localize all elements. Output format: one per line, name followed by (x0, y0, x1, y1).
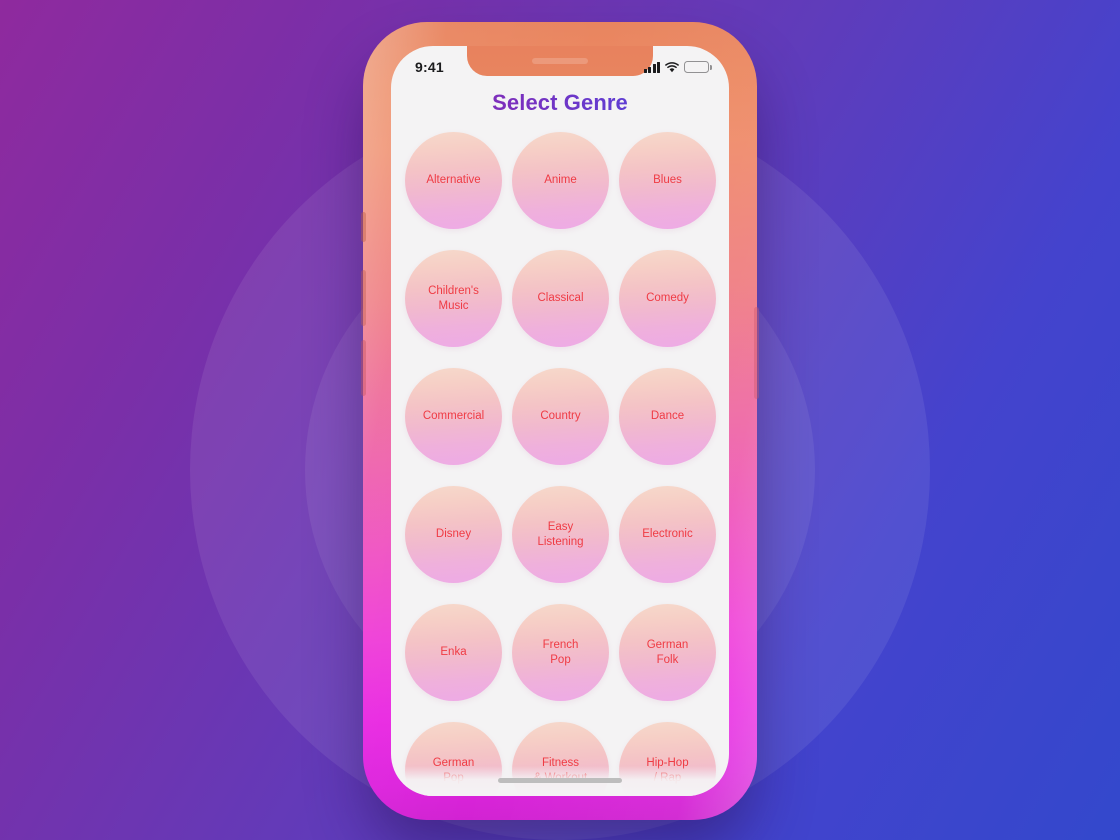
genre-option[interactable]: Hip-Hop / Rap (619, 722, 716, 796)
genre-option[interactable]: Electronic (619, 486, 716, 583)
genre-option-label: Blues (653, 174, 682, 187)
genre-option-label: Classical (537, 292, 584, 305)
volume-down-button[interactable] (361, 340, 366, 396)
genre-option-label: German Pop (432, 756, 475, 784)
genre-option[interactable]: Commercial (405, 368, 502, 465)
genre-option[interactable]: Comedy (619, 250, 716, 347)
genre-option[interactable]: Fitness & Workout (512, 722, 609, 796)
phone-screen: 9:41 Select Genre Alternative Anime Blue… (391, 46, 729, 796)
genre-option[interactable]: Country (512, 368, 609, 465)
genre-option-label: Hip-Hop / Rap (646, 756, 689, 784)
genre-option[interactable]: Disney (405, 486, 502, 583)
genre-option[interactable]: Anime (512, 132, 609, 229)
genre-option[interactable]: Dance (619, 368, 716, 465)
genre-option[interactable]: Children's Music (405, 250, 502, 347)
genre-grid: Alternative Anime Blues Children's Music Cla… (391, 122, 729, 796)
genre-option-label: Comedy (646, 292, 689, 305)
genre-option-label: Electronic (642, 528, 693, 541)
genre-option-label: Disney (435, 528, 472, 541)
genre-option[interactable]: Easy Listening (512, 486, 609, 583)
wifi-icon (665, 61, 679, 73)
genre-option-label: Alternative (426, 174, 481, 187)
genre-option-label: Dance (650, 410, 685, 423)
genre-option[interactable]: French Pop (512, 604, 609, 701)
genre-option-label: French Pop (542, 638, 579, 666)
genre-option-label: Country (540, 410, 581, 423)
genre-option-label: Anime (544, 174, 577, 187)
silent-switch-button[interactable] (361, 212, 366, 242)
genre-option[interactable]: Enka (405, 604, 502, 701)
genre-option-label: Enka (440, 646, 467, 659)
status-indicators (643, 61, 712, 73)
genre-option-label: Commercial (422, 410, 485, 423)
genre-option[interactable]: German Folk (619, 604, 716, 701)
home-indicator[interactable] (498, 778, 622, 783)
battery-icon (684, 61, 712, 73)
page-title: Select Genre (391, 90, 729, 116)
phone-mockup: 9:41 Select Genre Alternative Anime Blue… (361, 22, 759, 820)
status-time: 9:41 (415, 59, 444, 75)
genre-option-label: Children's Music (428, 284, 479, 312)
genre-list-scroll-area[interactable]: Alternative Anime Blues Children's Music Cla… (391, 122, 729, 796)
power-button[interactable] (754, 307, 759, 399)
phone-frame: 9:41 Select Genre Alternative Anime Blue… (361, 22, 759, 820)
genre-option[interactable]: Alternative (405, 132, 502, 229)
genre-option-label: German Folk (646, 638, 689, 666)
genre-option[interactable]: Classical (512, 250, 609, 347)
volume-up-button[interactable] (361, 270, 366, 326)
genre-option-label: Easy Listening (537, 520, 584, 548)
genre-option[interactable]: Blues (619, 132, 716, 229)
status-bar: 9:41 (391, 46, 729, 82)
genre-option[interactable]: German Pop (405, 722, 502, 796)
signal-bars-icon (643, 61, 660, 73)
